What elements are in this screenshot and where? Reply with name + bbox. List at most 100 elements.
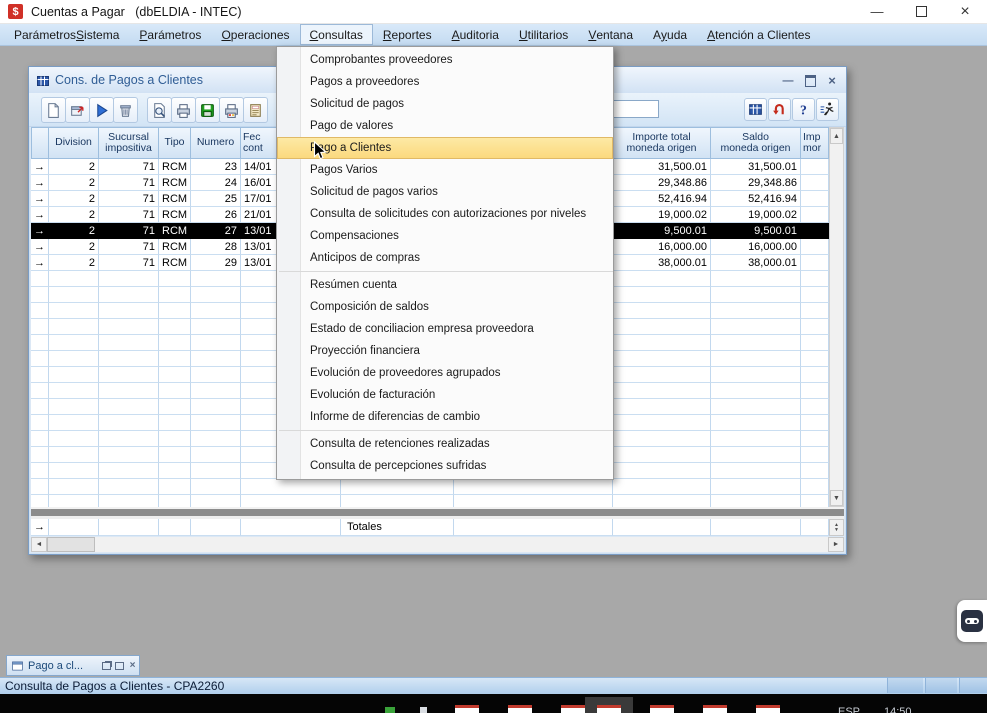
taskbar-icon-fragment	[650, 705, 674, 713]
grid-cell-numero: 24	[191, 175, 241, 191]
toolbar-help-question-button[interactable]: ?	[792, 98, 815, 121]
windows-taskbar: ESP 14:50	[0, 694, 987, 713]
toolbar-save-floppy-button[interactable]	[195, 97, 220, 123]
grid-cell-division: 2	[49, 191, 99, 207]
grid-cell-arrow: →	[31, 207, 49, 223]
column-header-tipo[interactable]: Tipo	[159, 127, 191, 159]
grid-cell-importe	[613, 431, 711, 447]
grid-cell-importe	[613, 303, 711, 319]
menubar-item-operaciones[interactable]: Operaciones	[211, 24, 299, 45]
menu-item-estado-de-conciliacion-empresa-proveedora[interactable]: Estado de conciliacion empresa proveedor…	[277, 318, 613, 340]
grid-cell-division	[49, 479, 99, 495]
toolbar-run-play-button[interactable]	[89, 97, 114, 123]
grid-cell-arrow: →	[31, 223, 49, 239]
horizontal-scrollbar[interactable]: ◄ ►	[31, 537, 844, 552]
menu-item-resumen-cuenta[interactable]: Resúmen cuenta	[277, 274, 613, 296]
menubar-item-reportes[interactable]: Reportes	[373, 24, 442, 45]
menu-item-pago-de-valores[interactable]: Pago de valores	[277, 115, 613, 137]
toolbar-table-grid-button[interactable]	[744, 98, 767, 121]
scroll-down-button[interactable]: ▼	[830, 490, 843, 506]
menu-item-pagos-a-proveedores[interactable]: Pagos a proveedores	[277, 71, 613, 93]
vertical-scrollbar[interactable]: ▲ ▼	[829, 127, 844, 507]
toolbar-exit-runner-button[interactable]	[816, 98, 839, 121]
menubar-item-auditoria[interactable]: Auditoria	[442, 24, 509, 45]
menu-item-compensaciones[interactable]: Compensaciones	[277, 225, 613, 247]
grid-cell-sucursal	[99, 479, 159, 495]
minimize-button[interactable]: —	[855, 0, 899, 23]
grid-cell-tipo	[159, 335, 191, 351]
minimized-window-pago[interactable]: Pago a cl... ×	[6, 655, 140, 676]
toolbar-cardfile-button[interactable]	[243, 97, 268, 123]
scroll-left-button[interactable]: ◄	[31, 537, 47, 552]
remote-control-side-tab[interactable]	[957, 600, 987, 642]
totals-label-cell: Totales	[341, 519, 454, 536]
menubar-item-parametros[interactable]: Parámetros	[129, 24, 211, 45]
toolbar-red-return-arrow-button[interactable]	[768, 98, 791, 121]
toolbar-print-button[interactable]	[171, 97, 196, 123]
grid-cell-saldo: 31,500.01	[711, 159, 801, 175]
grid-cell-imp2	[801, 447, 829, 463]
menubar-item-parametros-sistema[interactable]: Parámetros Sistema	[4, 24, 129, 45]
toolbar-preview-page-button[interactable]	[147, 97, 172, 123]
menubar-item-ventana[interactable]: Ventana	[578, 24, 643, 45]
toolbar-new-document-button[interactable]	[41, 97, 66, 123]
mini-maximize-button[interactable]	[113, 662, 126, 670]
column-header-saldo-moneda-origen[interactable]: Saldo moneda origen	[711, 127, 801, 159]
menu-item-comprobantes-proveedores[interactable]: Comprobantes proveedores	[277, 49, 613, 71]
menu-item-consulta-de-percepciones-sufridas[interactable]: Consulta de percepciones sufridas	[277, 455, 613, 477]
grid-cell-numero	[191, 479, 241, 495]
menubar-item-consultas[interactable]: Consultas	[300, 24, 373, 45]
child-minimize-button[interactable]: —	[779, 73, 797, 88]
app-dollar-icon: $	[8, 4, 23, 19]
column-header-imp-mor[interactable]: Imp mor	[801, 127, 829, 159]
child-maximize-button[interactable]	[801, 73, 819, 88]
menu-item-consulta-de-solicitudes-con-autorizaciones-por-niveles[interactable]: Consulta de solicitudes con autorizacion…	[277, 203, 613, 225]
edit-window-icon	[69, 102, 86, 119]
menu-item-anticipos-de-compras[interactable]: Anticipos de compras	[277, 247, 613, 269]
grid-cell-importe	[613, 447, 711, 463]
grid-cell-importe	[613, 335, 711, 351]
column-header-sucursal-impositiva[interactable]: Sucursal impositiva	[99, 127, 159, 159]
toolbar-print-color-button[interactable]	[219, 97, 244, 123]
menu-separator	[279, 271, 613, 272]
toolbar-delete-trash-button[interactable]	[113, 97, 138, 123]
totals-spinner[interactable]: ▲▼	[829, 519, 844, 536]
grid-cell-imp2	[801, 207, 829, 223]
grid-cell-division: 2	[49, 255, 99, 271]
grid-cell-tipo: RCM	[159, 175, 191, 191]
grid-cell-arrow	[31, 415, 49, 431]
grid-cell-hidden1	[341, 479, 454, 495]
scroll-right-button[interactable]: ►	[828, 537, 844, 552]
menu-item-evolucion-de-facturacion[interactable]: Evolución de facturación	[277, 384, 613, 406]
menubar-item-atencion-a-clientes[interactable]: Atención a Clientes	[697, 24, 820, 45]
menu-item-consulta-de-retenciones-realizadas[interactable]: Consulta de retenciones realizadas	[277, 433, 613, 455]
column-header-importe-total-moneda-origen[interactable]: Importe total moneda origen	[613, 127, 711, 159]
child-close-button[interactable]: ×	[823, 73, 841, 88]
menu-item-pago-a-clientes[interactable]: Pago a Clientes	[277, 137, 613, 159]
menu-item-evolucion-de-proveedores-agrupados[interactable]: Evolución de proveedores agrupados	[277, 362, 613, 384]
toolbar-edit-window-button[interactable]	[65, 97, 90, 123]
svg-text:?: ?	[800, 102, 807, 117]
menu-item-composicion-de-saldos[interactable]: Composición de saldos	[277, 296, 613, 318]
column-header-numero[interactable]: Numero	[191, 127, 241, 159]
grid-cell-tipo	[159, 383, 191, 399]
grid-cell-division	[49, 495, 99, 507]
hscroll-track[interactable]	[95, 537, 828, 552]
menu-item-solicitud-de-pagos[interactable]: Solicitud de pagos	[277, 93, 613, 115]
grid-cell-importe: 52,416.94	[613, 191, 711, 207]
close-button[interactable]: ×	[943, 0, 987, 23]
menu-item-solicitud-de-pagos-varios[interactable]: Solicitud de pagos varios	[277, 181, 613, 203]
scroll-up-button[interactable]: ▲	[830, 128, 843, 144]
grid-cell-imp2	[801, 223, 829, 239]
mini-close-button[interactable]: ×	[126, 660, 139, 671]
menu-item-proyeccion-financiera[interactable]: Proyección financiera	[277, 340, 613, 362]
menubar-item-ayuda[interactable]: Ayuda	[643, 24, 697, 45]
menu-item-pagos-varios[interactable]: Pagos Varios	[277, 159, 613, 181]
mini-restore-button[interactable]	[100, 662, 113, 670]
grid-cell-tipo	[159, 319, 191, 335]
maximize-button[interactable]	[899, 0, 943, 23]
menu-item-informe-de-diferencias-de-cambio[interactable]: Informe de diferencias de cambio	[277, 406, 613, 428]
menubar-item-utilitarios[interactable]: Utilitarios	[509, 24, 578, 45]
column-header-division[interactable]: Division	[49, 127, 99, 159]
hscroll-thumb[interactable]	[47, 537, 95, 552]
